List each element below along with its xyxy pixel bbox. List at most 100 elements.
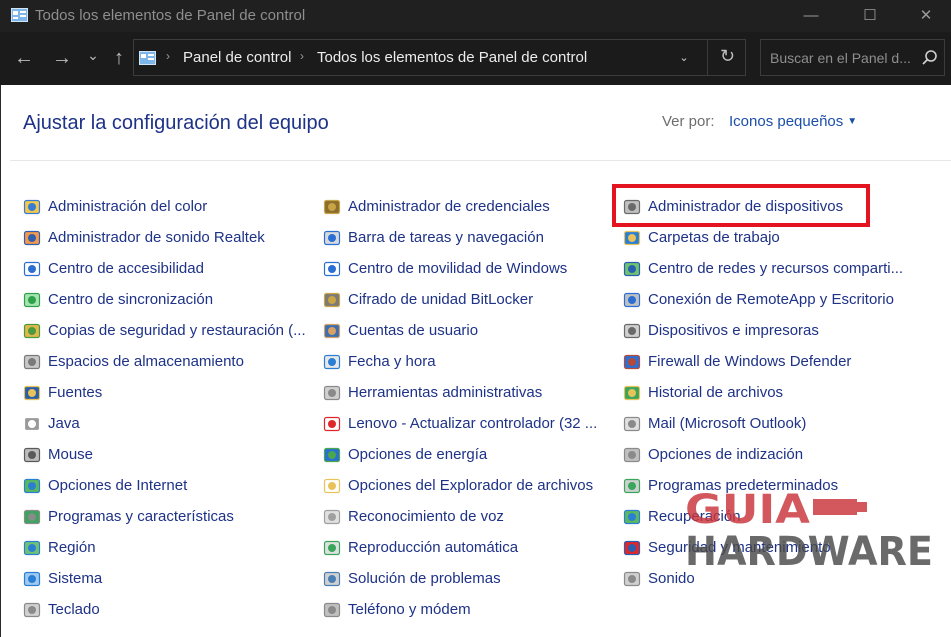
control-panel-item-label[interactable]: Centro de accesibilidad — [48, 260, 204, 277]
control-panel-item[interactable]: Opciones de Internet — [23, 470, 313, 501]
control-panel-item-label[interactable]: Historial de archivos — [648, 384, 783, 401]
sound-icon — [623, 571, 641, 587]
control-panel-item-label[interactable]: Teléfono y módem — [348, 601, 471, 618]
control-panel-item[interactable]: Centro de sincronización — [23, 284, 313, 315]
control-panel-item[interactable]: Sistema — [23, 563, 313, 594]
control-panel-item[interactable]: Barra de tareas y navegación — [323, 222, 613, 253]
mouse-icon — [23, 447, 41, 463]
control-panel-item[interactable]: Teclado — [23, 594, 313, 625]
control-panel-item[interactable]: Opciones de indización — [623, 439, 913, 470]
control-panel-item-label[interactable]: Sonido — [648, 570, 695, 587]
control-panel-item[interactable]: Cuentas de usuario — [323, 315, 613, 346]
control-panel-item-label[interactable]: Lenovo - Actualizar controlador (32 ... — [348, 415, 597, 432]
control-panel-item[interactable]: Programas y características — [23, 501, 313, 532]
control-panel-item[interactable]: Opciones del Explorador de archivos — [323, 470, 613, 501]
control-panel-item-label[interactable]: Copias de seguridad y restauración (... — [48, 322, 306, 339]
control-panel-item[interactable]: Centro de redes y recursos comparti... — [623, 253, 913, 284]
control-panel-item[interactable]: Firewall de Windows Defender — [623, 346, 913, 377]
control-panel-item-label[interactable]: Mail (Microsoft Outlook) — [648, 415, 806, 432]
control-panel-item[interactable]: Cifrado de unidad BitLocker — [323, 284, 613, 315]
control-panel-item-label[interactable]: Región — [48, 539, 96, 556]
control-panel-item[interactable]: Centro de accesibilidad — [23, 253, 313, 284]
realtek-audio-icon — [23, 230, 41, 246]
control-panel-item-label[interactable]: Dispositivos e impresoras — [648, 322, 819, 339]
up-arrow-icon[interactable]: ↑ — [107, 44, 131, 72]
control-panel-item[interactable]: Fuentes — [23, 377, 313, 408]
control-panel-item-label[interactable]: Reproducción automática — [348, 539, 518, 556]
view-by-dropdown[interactable]: Iconos pequeños ▼ — [729, 113, 857, 130]
control-panel-item[interactable]: Mouse — [23, 439, 313, 470]
control-panel-item-label[interactable]: Espacios de almacenamiento — [48, 353, 244, 370]
control-panel-item[interactable]: Mail (Microsoft Outlook) — [623, 408, 913, 439]
mail-icon — [623, 416, 641, 432]
control-panel-item-label[interactable]: Administrador de sonido Realtek — [48, 229, 265, 246]
control-panel-item-label[interactable]: Administrador de credenciales — [348, 198, 550, 215]
control-panel-item-label[interactable]: Cifrado de unidad BitLocker — [348, 291, 533, 308]
file-history-icon — [623, 385, 641, 401]
control-panel-item[interactable]: Administrador de sonido Realtek — [23, 222, 313, 253]
control-panel-item-label[interactable]: Fecha y hora — [348, 353, 436, 370]
control-panel-item[interactable]: Herramientas administrativas — [323, 377, 613, 408]
control-panel-item-label[interactable]: Carpetas de trabajo — [648, 229, 780, 246]
control-panel-item[interactable]: Administración del color — [23, 191, 313, 222]
control-panel-item-label[interactable]: Cuentas de usuario — [348, 322, 478, 339]
control-panel-item-label[interactable]: Sistema — [48, 570, 102, 587]
forward-arrow-icon[interactable]: → — [50, 44, 74, 72]
breadcrumb-all-items[interactable]: Todos los elementos de Panel de control — [317, 49, 587, 66]
control-panel-item-label[interactable]: Opciones del Explorador de archivos — [348, 477, 593, 494]
control-panel-item[interactable]: Teléfono y módem — [323, 594, 613, 625]
control-panel-item[interactable]: Java — [23, 408, 313, 439]
control-panel-item[interactable]: Dispositivos e impresoras — [623, 315, 913, 346]
control-panel-item-label[interactable]: Firewall de Windows Defender — [648, 353, 851, 370]
control-panel-item-label[interactable]: Opciones de Internet — [48, 477, 187, 494]
control-panel-item-label[interactable]: Administración del color — [48, 198, 207, 215]
control-panel-item-label[interactable]: Fuentes — [48, 384, 102, 401]
control-panel-item[interactable]: Espacios de almacenamiento — [23, 346, 313, 377]
control-panel-item[interactable]: Reconocimiento de voz — [323, 501, 613, 532]
address-dropdown-icon[interactable]: ⌄ — [674, 48, 694, 68]
control-panel-item[interactable]: Historial de archivos — [623, 377, 913, 408]
control-panel-item[interactable]: Administrador de credenciales — [323, 191, 613, 222]
refresh-icon[interactable]: ↻ — [707, 40, 747, 75]
search-box[interactable] — [760, 39, 945, 76]
remoteapp-icon — [623, 292, 641, 308]
maximize-button[interactable]: ☐ — [842, 0, 898, 32]
control-panel-item-label[interactable]: Opciones de energía — [348, 446, 487, 463]
close-button[interactable]: ✕ — [898, 0, 951, 32]
back-arrow-icon[interactable]: ← — [12, 44, 36, 72]
control-panel-item[interactable]: Región — [23, 532, 313, 563]
control-panel-item-label[interactable]: Centro de redes y recursos comparti... — [648, 260, 903, 277]
user-accounts-icon — [323, 323, 341, 339]
control-panel-item[interactable]: Lenovo - Actualizar controlador (32 ... — [323, 408, 613, 439]
breadcrumb-separator[interactable]: › — [300, 49, 304, 63]
control-panel-item-label[interactable]: Centro de movilidad de Windows — [348, 260, 567, 277]
control-panel-item-label[interactable]: Opciones de indización — [648, 446, 803, 463]
control-panel-item-label[interactable]: Reconocimiento de voz — [348, 508, 504, 525]
storage-spaces-icon — [23, 354, 41, 370]
java-document-icon — [23, 416, 41, 432]
control-panel-item-label[interactable]: Conexión de RemoteApp y Escritorio — [648, 291, 894, 308]
search-input[interactable] — [770, 48, 920, 68]
control-panel-item[interactable]: Centro de movilidad de Windows — [323, 253, 613, 284]
address-bar[interactable]: › Panel de control › Todos los elementos… — [133, 39, 746, 76]
control-panel-item[interactable]: Opciones de energía — [323, 439, 613, 470]
page-title: Ajustar la configuración del equipo — [23, 112, 329, 134]
control-panel-item-label[interactable]: Programas y características — [48, 508, 234, 525]
breadcrumb-separator[interactable]: › — [166, 49, 170, 63]
control-panel-item-label[interactable]: Barra de tareas y navegación — [348, 229, 544, 246]
control-panel-item[interactable]: Copias de seguridad y restauración (... — [23, 315, 313, 346]
control-panel-item[interactable]: Conexión de RemoteApp y Escritorio — [623, 284, 913, 315]
minimize-button[interactable]: — — [783, 0, 839, 32]
control-panel-item-label[interactable]: Solución de problemas — [348, 570, 501, 587]
control-panel-item-label[interactable]: Centro de sincronización — [48, 291, 213, 308]
control-panel-item[interactable]: Fecha y hora — [323, 346, 613, 377]
control-panel-item-label[interactable]: Herramientas administrativas — [348, 384, 542, 401]
control-panel-item[interactable]: Reproducción automática — [323, 532, 613, 563]
control-panel-item-label[interactable]: Java — [48, 415, 80, 432]
control-panel-item[interactable]: Solución de problemas — [323, 563, 613, 594]
control-panel-item-label[interactable]: Mouse — [48, 446, 93, 463]
search-icon[interactable] — [921, 49, 939, 67]
recent-locations-chevron-icon[interactable]: ⌄ — [81, 41, 105, 69]
breadcrumb-control-panel[interactable]: Panel de control — [183, 49, 291, 66]
control-panel-item-label[interactable]: Teclado — [48, 601, 100, 618]
